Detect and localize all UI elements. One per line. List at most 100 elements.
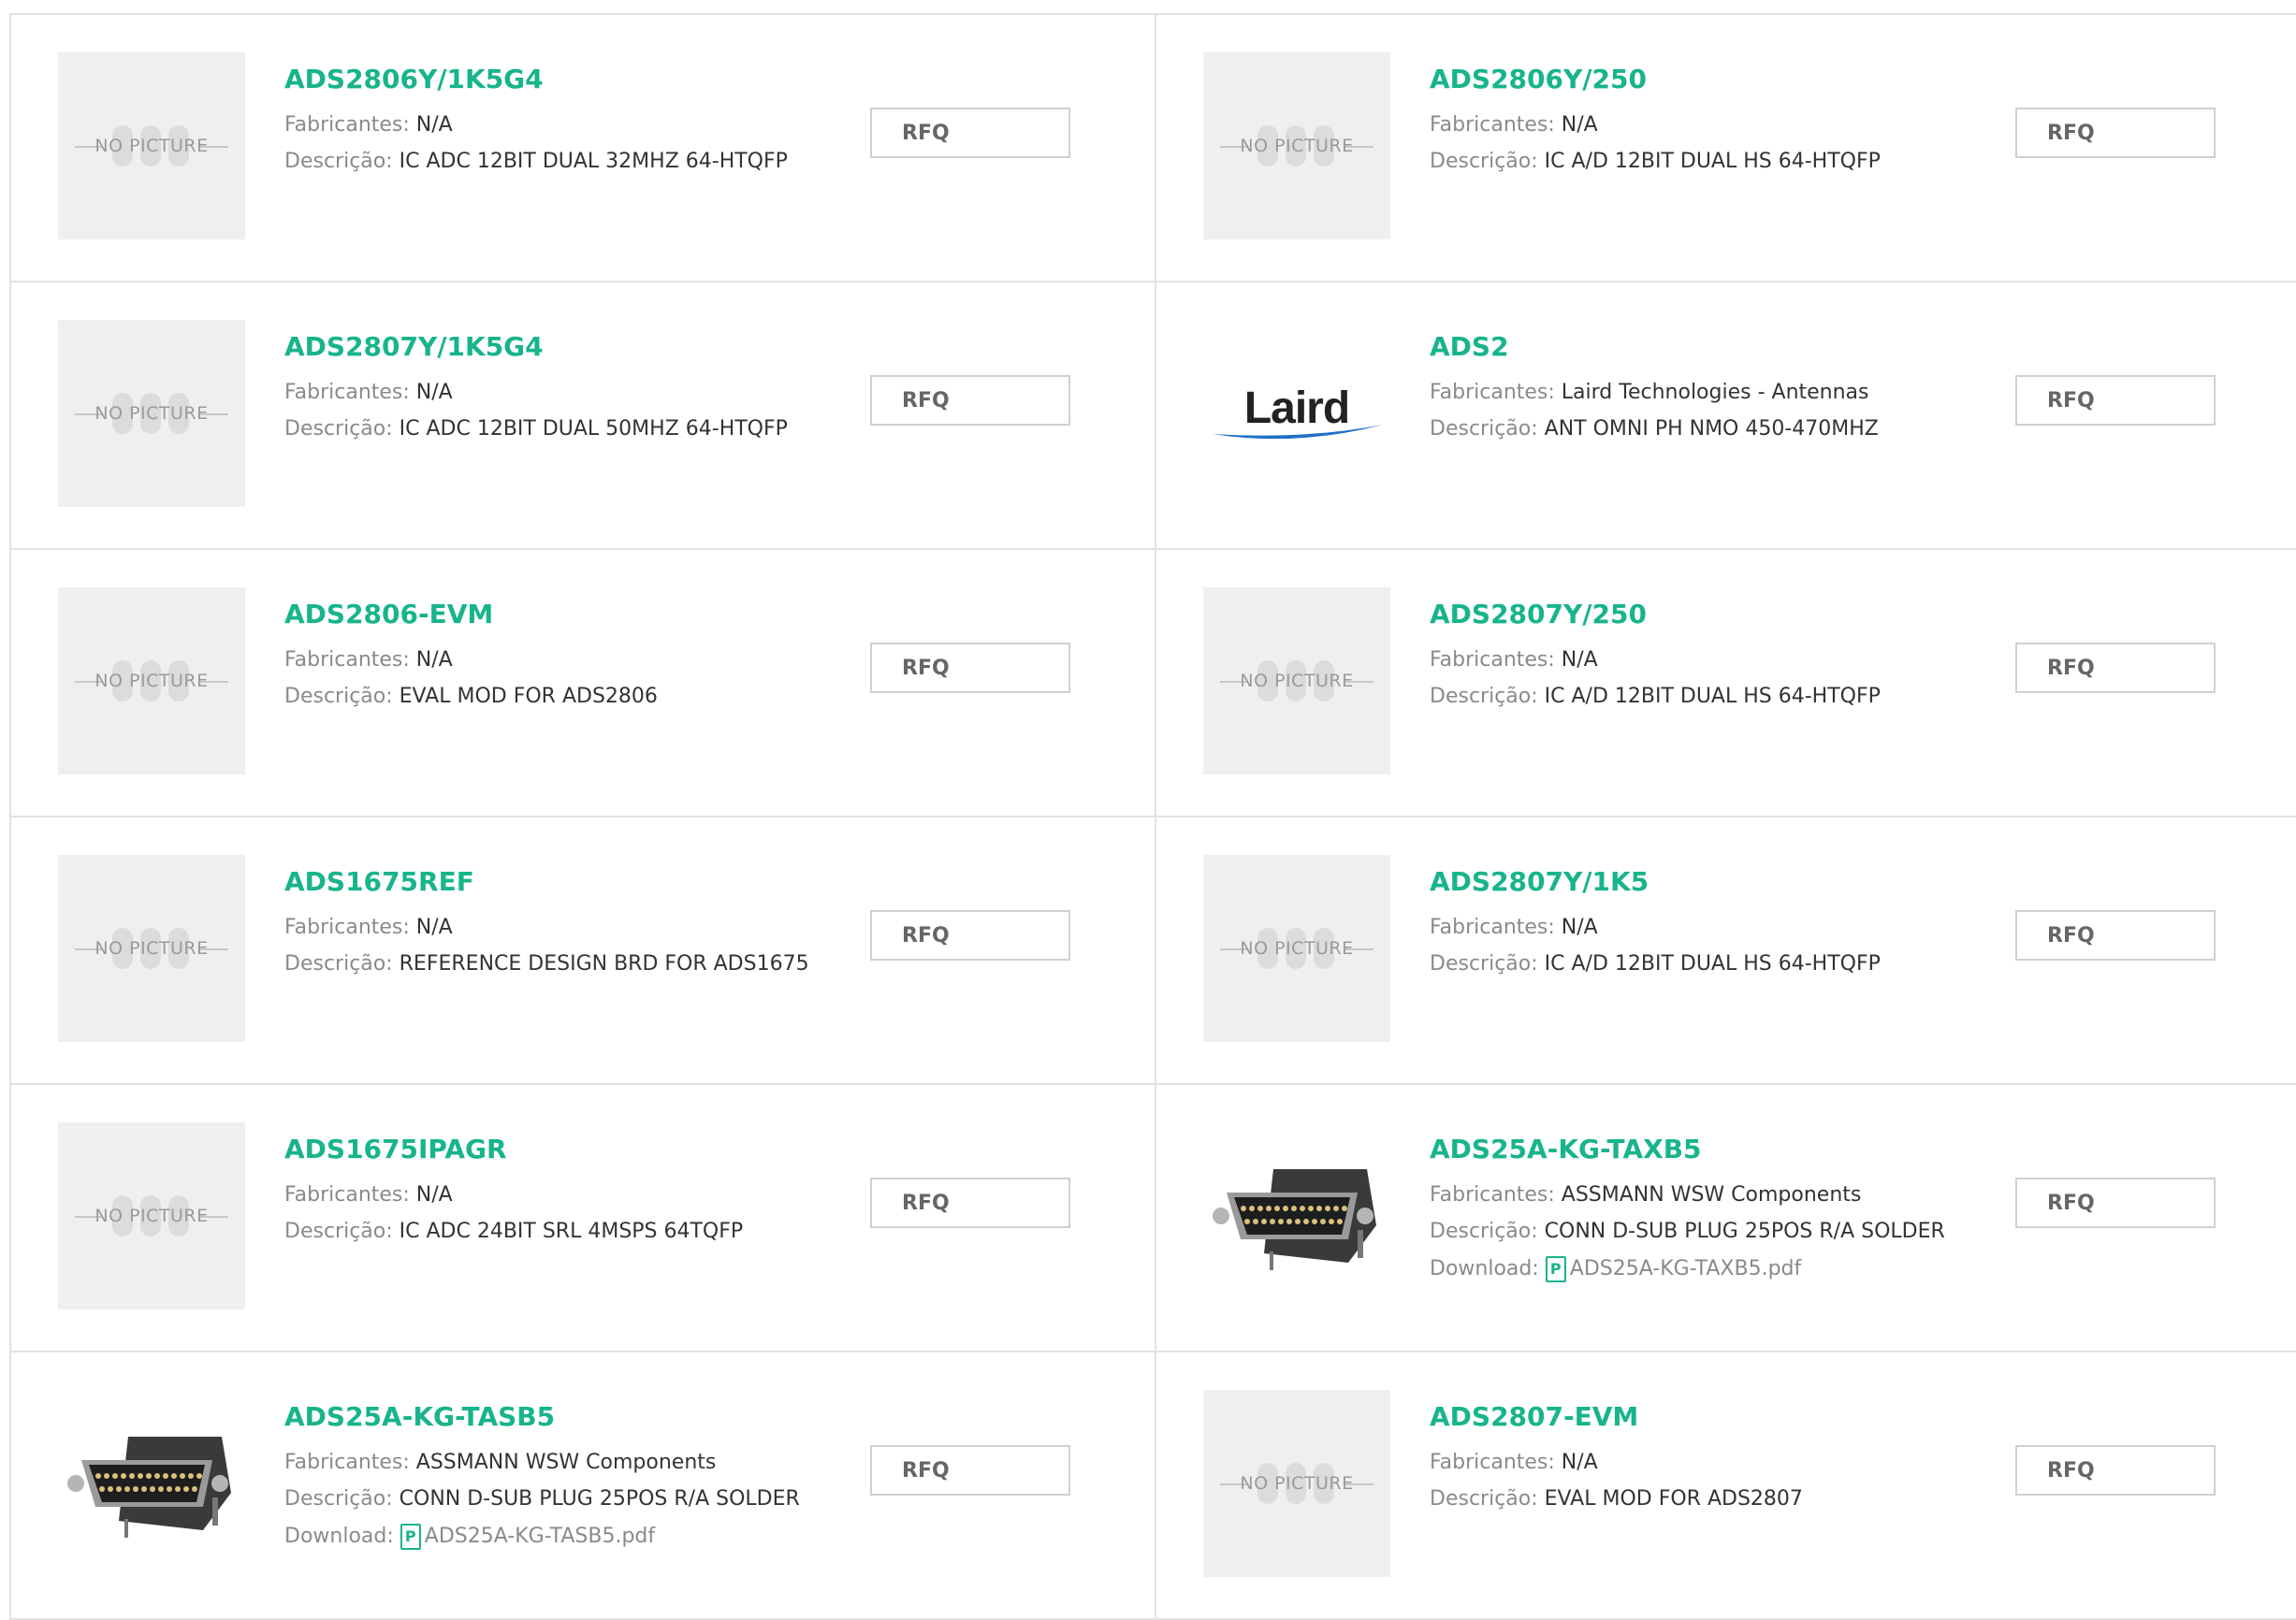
manufacturer-row: Fabricantes: N/A (284, 648, 453, 672)
product-card: NO PICTURE ADS2807Y/250 Fabricantes: N/A… (1156, 550, 2296, 817)
product-part-link[interactable]: ADS25A-KG-TAXB5 (1430, 1134, 1991, 1164)
rfq-button[interactable]: RFQ (2015, 375, 2216, 426)
product-part-link[interactable]: ADS2807Y/1K5G4 (284, 331, 846, 362)
product-info: ADS2 Fabricantes: Laird Technologies - A… (1430, 331, 1991, 454)
description-row: Descrição: IC A/D 12BIT DUAL HS 64-HTQFP (1430, 685, 1881, 708)
manufacturer-value: ASSMANN WSW Components (1561, 1183, 1862, 1207)
rfq-button[interactable]: RFQ (2015, 910, 2216, 961)
rfq-button[interactable]: RFQ (2015, 643, 2216, 693)
product-part-link[interactable]: ADS2807-EVM (1430, 1401, 1991, 1432)
dsub-connector-image (1213, 1169, 1376, 1270)
description-value: CONN D-SUB PLUG 25POS R/A SOLDER (399, 1487, 800, 1511)
pdf-icon[interactable]: P (1545, 1256, 1566, 1282)
manufacturer-row: Fabricantes: N/A (1430, 113, 1598, 137)
product-image[interactable] (58, 1390, 245, 1577)
description-row: Descrição: IC ADC 12BIT DUAL 50MHZ 64-HT… (284, 417, 788, 441)
download-row: Download: P ADS25A-KG-TAXB5.pdf (1430, 1256, 1802, 1282)
no-picture-placeholder: NO PICTURE (1203, 118, 1390, 174)
description-value: REFERENCE DESIGN BRD FOR ADS1675 (399, 952, 809, 976)
manufacturer-row: Fabricantes: N/A (284, 916, 453, 939)
product-part-link[interactable]: ADS2807Y/1K5 (1430, 866, 1991, 897)
no-picture-placeholder: NO PICTURE (1203, 1455, 1390, 1512)
manufacturer-value: N/A (415, 381, 453, 404)
description-value: CONN D-SUB PLUG 25POS R/A SOLDER (1544, 1220, 1945, 1243)
no-picture-placeholder: NO PICTURE (58, 118, 245, 174)
manufacturer-value: ASSMANN WSW Components (415, 1451, 717, 1474)
rfq-button[interactable]: RFQ (870, 1445, 1070, 1496)
rfq-button[interactable]: RFQ (870, 1178, 1070, 1228)
product-image[interactable] (1203, 1122, 1390, 1309)
product-image[interactable]: NO PICTURE (58, 1122, 245, 1309)
product-part-link[interactable]: ADS2806Y/1K5G4 (284, 64, 846, 94)
product-image[interactable]: Laird (1203, 320, 1390, 507)
download-row: Download: P ADS25A-KG-TASB5.pdf (284, 1524, 656, 1550)
product-info: ADS25A-KG-TAXB5 Fabricantes: ASSMANN WSW… (1430, 1134, 1991, 1295)
product-card: ADS25A-KG-TASB5 Fabricantes: ASSMANN WSW… (11, 1352, 1156, 1620)
manufacturer-row: Fabricantes: N/A (1430, 916, 1598, 939)
product-info: ADS2807-EVM Fabricantes: N/A Descrição: … (1430, 1401, 1991, 1524)
rfq-button[interactable]: RFQ (2015, 108, 2216, 158)
no-picture-placeholder: NO PICTURE (1203, 920, 1390, 976)
description-row: Descrição: IC ADC 12BIT DUAL 32MHZ 64-HT… (284, 150, 788, 173)
manufacturer-value: N/A (415, 648, 453, 672)
product-image[interactable]: NO PICTURE (1203, 587, 1390, 774)
datasheet-link[interactable]: ADS25A-KG-TASB5.pdf (425, 1525, 655, 1548)
manufacturer-row: Fabricantes: N/A (284, 1183, 453, 1207)
pdf-icon[interactable]: P (400, 1524, 421, 1550)
product-card: Laird ADS2 Fabricantes: Laird Technologi… (1156, 282, 2296, 550)
description-row: Descrição: IC A/D 12BIT DUAL HS 64-HTQFP (1430, 150, 1881, 173)
product-info: ADS1675IPAGR Fabricantes: N/A Descrição:… (284, 1134, 846, 1256)
rfq-button[interactable]: RFQ (2015, 1445, 2216, 1496)
laird-swoosh-icon (1213, 424, 1383, 439)
product-image[interactable]: NO PICTURE (1203, 855, 1390, 1042)
product-image[interactable]: NO PICTURE (1203, 52, 1390, 239)
product-info: ADS2806Y/250 Fabricantes: N/A Descrição:… (1430, 64, 1991, 186)
product-card: ADS25A-KG-TAXB5 Fabricantes: ASSMANN WSW… (1156, 1085, 2296, 1352)
manufacturer-value: N/A (415, 916, 453, 939)
product-card: NO PICTURE ADS2806Y/1K5G4 Fabricantes: N… (11, 15, 1156, 282)
product-card: NO PICTURE ADS2807Y/1K5G4 Fabricantes: N… (11, 282, 1156, 550)
product-part-link[interactable]: ADS1675IPAGR (284, 1134, 846, 1164)
product-image[interactable]: NO PICTURE (58, 52, 245, 239)
product-info: ADS2806Y/1K5G4 Fabricantes: N/A Descriçã… (284, 64, 846, 186)
rfq-button[interactable]: RFQ (870, 643, 1070, 693)
product-part-link[interactable]: ADS2806-EVM (284, 599, 846, 629)
datasheet-link[interactable]: ADS25A-KG-TAXB5.pdf (1570, 1257, 1801, 1280)
product-info: ADS2807Y/1K5 Fabricantes: N/A Descrição:… (1430, 866, 1991, 989)
description-value: EVAL MOD FOR ADS2807 (1544, 1487, 1803, 1511)
rfq-button[interactable]: RFQ (870, 910, 1070, 961)
description-row: Descrição: IC A/D 12BIT DUAL HS 64-HTQFP (1430, 952, 1881, 976)
description-value: IC A/D 12BIT DUAL HS 64-HTQFP (1544, 952, 1881, 976)
product-image[interactable]: NO PICTURE (1203, 1390, 1390, 1577)
product-image[interactable]: NO PICTURE (58, 320, 245, 507)
no-picture-placeholder: NO PICTURE (58, 920, 245, 976)
no-picture-placeholder: NO PICTURE (1203, 653, 1390, 709)
product-part-link[interactable]: ADS2806Y/250 (1430, 64, 1991, 94)
description-value: ANT OMNI PH NMO 450-470MHZ (1544, 417, 1879, 441)
manufacturer-row: Fabricantes: Laird Technologies - Antenn… (1430, 381, 1869, 404)
product-part-link[interactable]: ADS1675REF (284, 866, 846, 897)
manufacturer-value: N/A (1561, 916, 1598, 939)
product-info: ADS25A-KG-TASB5 Fabricantes: ASSMANN WSW… (284, 1401, 846, 1563)
product-info: ADS1675REF Fabricantes: N/A Descrição: R… (284, 866, 846, 989)
description-value: IC ADC 12BIT DUAL 32MHZ 64-HTQFP (399, 150, 788, 173)
description-value: IC ADC 24BIT SRL 4MSPS 64TQFP (399, 1220, 744, 1243)
product-card: NO PICTURE ADS1675REF Fabricantes: N/A D… (11, 817, 1156, 1085)
description-value: EVAL MOD FOR ADS2806 (399, 685, 658, 708)
laird-logo: Laird (1203, 383, 1390, 445)
description-row: Descrição: EVAL MOD FOR ADS2807 (1430, 1487, 1803, 1511)
description-value: IC A/D 12BIT DUAL HS 64-HTQFP (1544, 150, 1881, 173)
manufacturer-value: N/A (1561, 113, 1598, 137)
product-image[interactable]: NO PICTURE (58, 587, 245, 774)
product-part-link[interactable]: ADS2 (1430, 331, 1991, 362)
product-card: NO PICTURE ADS2806Y/250 Fabricantes: N/A… (1156, 15, 2296, 282)
product-card: NO PICTURE ADS2807Y/1K5 Fabricantes: N/A… (1156, 817, 2296, 1085)
rfq-button[interactable]: RFQ (870, 375, 1070, 426)
product-image[interactable]: NO PICTURE (58, 855, 245, 1042)
product-part-link[interactable]: ADS2807Y/250 (1430, 599, 1991, 629)
no-picture-placeholder: NO PICTURE (58, 653, 245, 709)
rfq-button[interactable]: RFQ (870, 108, 1070, 158)
rfq-button[interactable]: RFQ (2015, 1178, 2216, 1228)
product-part-link[interactable]: ADS25A-KG-TASB5 (284, 1401, 846, 1432)
description-row: Descrição: CONN D-SUB PLUG 25POS R/A SOL… (1430, 1220, 1945, 1243)
